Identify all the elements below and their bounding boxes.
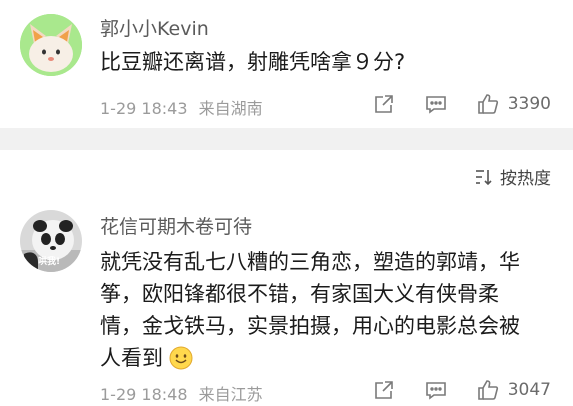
avatar-watermark: 哄我!	[38, 257, 61, 267]
comment-source: 来自江苏	[198, 385, 263, 404]
comment-date: 1-29 18:43	[100, 99, 188, 118]
avatar[interactable]	[20, 14, 82, 76]
comment-text: 就凭没有乱七八糟的三角恋，塑造的郭靖，华 筝，欧阳锋都很不错，有家国大义有侠骨柔…	[100, 246, 560, 374]
comment-text: 比豆瓣还离谱，射雕凭啥拿９分?	[100, 50, 406, 74]
sort-button[interactable]: 按热度	[474, 164, 551, 189]
comment-actions: 3390	[372, 92, 551, 116]
sort-label: 按热度	[500, 169, 551, 189]
like-icon[interactable]	[476, 92, 500, 116]
comment-meta: 1-29 18:48 来自江苏	[100, 381, 263, 405]
comment-text-line: 就凭没有乱七八糟的三角恋，塑造的郭靖，华	[100, 250, 520, 274]
comment-item: 郭小小Kevin 比豆瓣还离谱，射雕凭啥拿９分? 1-29 18:43 来自湖南…	[0, 0, 573, 128]
comment-meta: 1-29 18:43 来自湖南	[100, 95, 263, 119]
comment-text-last: 人看到	[100, 342, 560, 374]
avatar[interactable]: 哄我!	[20, 210, 82, 272]
like-icon[interactable]	[476, 378, 500, 402]
comment-icon[interactable]	[424, 378, 448, 402]
comment-actions: 3047	[372, 378, 551, 402]
comment-text-line: 筝，欧阳锋都很不错，有家国大义有侠骨柔	[100, 282, 499, 306]
comment-text-line: 人看到	[100, 346, 163, 370]
like-count: 3390	[507, 94, 551, 114]
username[interactable]: 郭小小Kevin	[100, 14, 209, 41]
comment-source: 来自湖南	[198, 99, 263, 118]
share-icon[interactable]	[372, 92, 396, 116]
smile-emoji	[169, 346, 193, 370]
comment-icon[interactable]	[424, 92, 448, 116]
comment-text-line: 情，金戈铁马，实景拍摄，用心的电影总会被	[100, 314, 520, 338]
like-count: 3047	[507, 380, 551, 400]
sort-bar: 按热度	[0, 150, 573, 198]
username[interactable]: 花信可期木卷可待	[100, 212, 252, 239]
sort-icon	[476, 169, 492, 185]
comment-date: 1-29 18:48	[100, 385, 188, 404]
section-divider	[0, 128, 573, 150]
share-icon[interactable]	[372, 378, 396, 402]
